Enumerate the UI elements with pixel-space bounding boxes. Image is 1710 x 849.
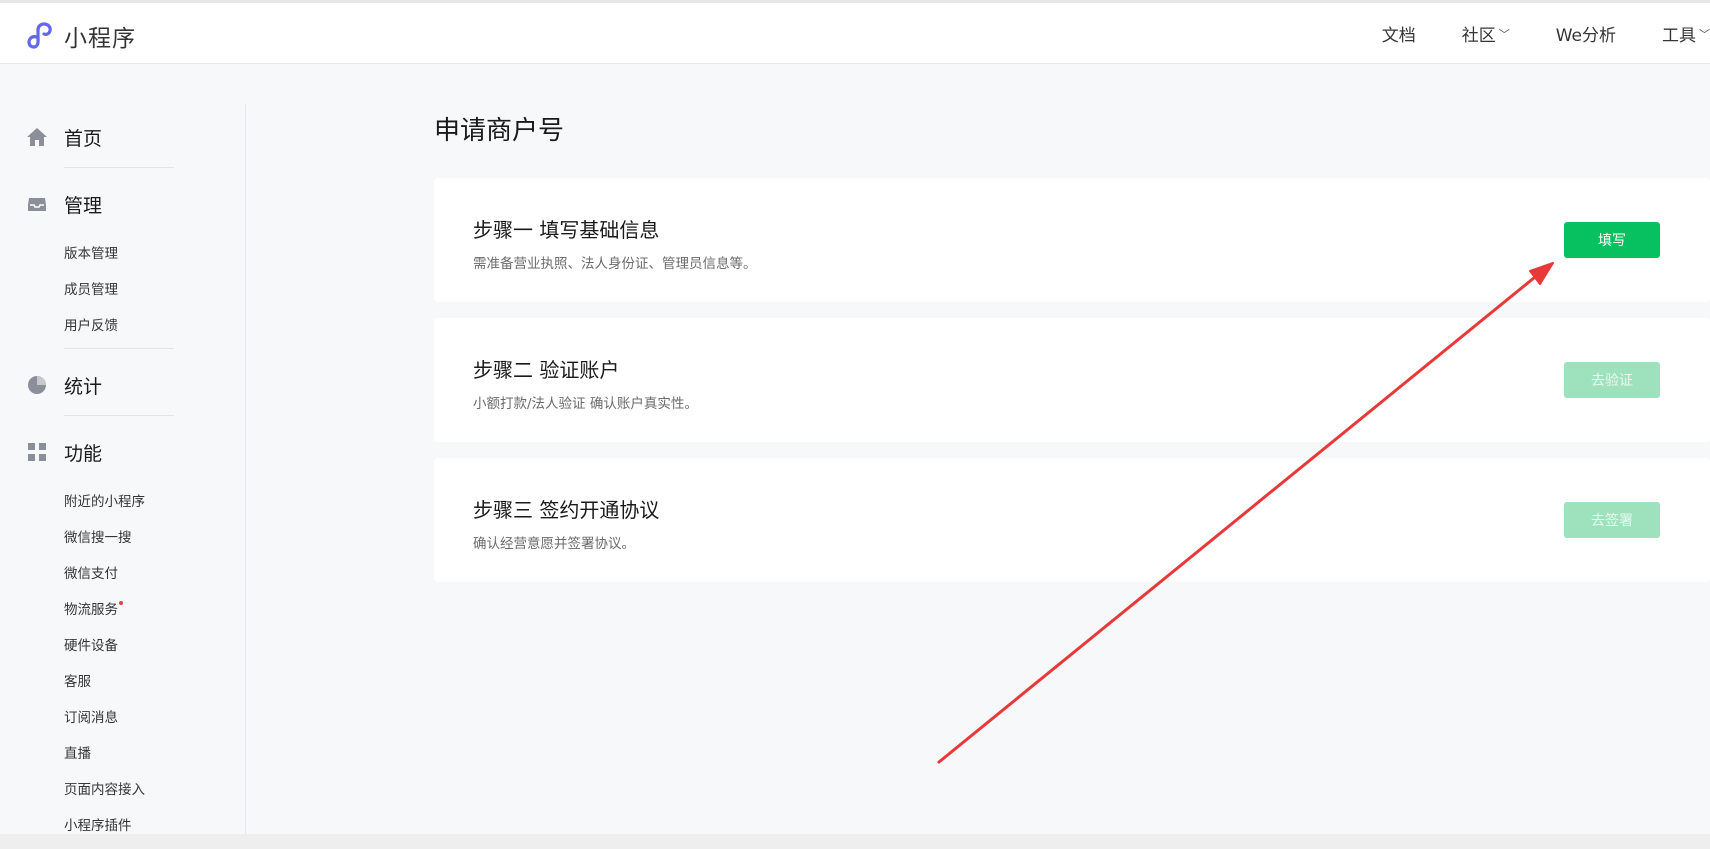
nav-community-label: 社区 xyxy=(1461,26,1496,46)
sidebar-item-page-content[interactable]: 页面内容接入 xyxy=(0,772,245,808)
sidebar-item-live[interactable]: 直播 xyxy=(0,736,245,772)
sidebar-item-members[interactable]: 成员管理 xyxy=(0,272,245,308)
home-icon xyxy=(26,126,48,148)
nav-tools[interactable]: 工具 ﹀ xyxy=(1662,21,1710,46)
step-card-1: 步骤一 填写基础信息 需准备营业执照、法人身份证、管理员信息等。 填写 xyxy=(434,178,1710,302)
grid-icon xyxy=(26,441,48,463)
nav-tools-label: 工具 xyxy=(1662,26,1696,46)
sidebar-item-features[interactable]: 功能 xyxy=(0,432,245,472)
sidebar: 首页 管理 版本管理 成员管理 用户反馈 统计 功能 附近的小程序 微信搜一搜 … xyxy=(0,104,246,834)
notification-dot xyxy=(119,601,123,605)
nav-docs[interactable]: 文档 xyxy=(1382,21,1416,46)
nav-community[interactable]: 社区 ﹀ xyxy=(1462,21,1510,46)
verify-button[interactable]: 去验证 xyxy=(1564,362,1660,398)
sidebar-divider xyxy=(64,167,174,168)
sidebar-item-subscribe-message[interactable]: 订阅消息 xyxy=(0,700,245,736)
sidebar-item-hardware[interactable]: 硬件设备 xyxy=(0,628,245,664)
sidebar-item-home[interactable]: 首页 xyxy=(0,117,245,157)
sidebar-item-manage-label: 管理 xyxy=(64,194,103,217)
bottom-scroll-area xyxy=(0,834,1710,849)
fill-button[interactable]: 填写 xyxy=(1564,222,1660,258)
logo[interactable]: 小程序 xyxy=(26,19,136,53)
step-card-2: 步骤二 验证账户 小额打款/法人验证 确认账户真实性。 去验证 xyxy=(434,318,1710,442)
sidebar-item-wechat-search[interactable]: 微信搜一搜 xyxy=(0,520,245,556)
sign-button[interactable]: 去签署 xyxy=(1564,502,1660,538)
sidebar-divider xyxy=(64,415,174,416)
sidebar-item-features-label: 功能 xyxy=(64,442,103,465)
sidebar-item-stats[interactable]: 统计 xyxy=(0,365,245,405)
chevron-down-icon: ﹀ xyxy=(1498,27,1510,41)
step-card-3: 步骤三 签约开通协议 确认经营意愿并签署协议。 去签署 xyxy=(434,458,1710,582)
nav-we-analysis[interactable]: We分析 xyxy=(1556,21,1616,46)
page-title: 申请商户号 xyxy=(434,116,565,146)
step-description: 确认经营意愿并签署协议。 xyxy=(473,536,635,552)
step-title: 步骤三 签约开通协议 xyxy=(473,498,660,522)
inbox-icon xyxy=(26,193,48,215)
nav-docs-label: 文档 xyxy=(1381,26,1416,46)
step-description: 需准备营业执照、法人身份证、管理员信息等。 xyxy=(473,256,757,272)
sidebar-item-customer-service[interactable]: 客服 xyxy=(0,664,245,700)
step-description: 小额打款/法人验证 确认账户真实性。 xyxy=(473,396,698,412)
sidebar-item-stats-label: 统计 xyxy=(64,375,103,398)
sidebar-item-logistics[interactable]: 物流服务 xyxy=(0,592,245,628)
sidebar-item-feedback[interactable]: 用户反馈 xyxy=(0,308,245,344)
sidebar-item-logistics-label: 物流服务 xyxy=(64,602,118,618)
sidebar-item-version[interactable]: 版本管理 xyxy=(0,236,245,272)
nav-we-analysis-label: We分析 xyxy=(1555,26,1616,46)
sidebar-item-home-label: 首页 xyxy=(64,127,103,150)
sidebar-item-nearby[interactable]: 附近的小程序 xyxy=(0,484,245,520)
sidebar-item-manage[interactable]: 管理 xyxy=(0,184,245,224)
pie-chart-icon xyxy=(26,374,48,396)
top-nav: 文档 社区 ﹀ We分析 工具 ﹀ xyxy=(1336,3,1710,64)
step-title: 步骤二 验证账户 xyxy=(473,358,620,382)
step-title: 步骤一 填写基础信息 xyxy=(473,218,660,242)
logo-text: 小程序 xyxy=(64,26,136,52)
top-navbar: 小程序 文档 社区 ﹀ We分析 工具 ﹀ xyxy=(0,0,1710,64)
chevron-down-icon: ﹀ xyxy=(1699,27,1710,41)
sidebar-item-wechat-pay[interactable]: 微信支付 xyxy=(0,556,245,592)
sidebar-divider xyxy=(64,348,174,349)
miniprogram-logo-icon xyxy=(27,22,52,49)
